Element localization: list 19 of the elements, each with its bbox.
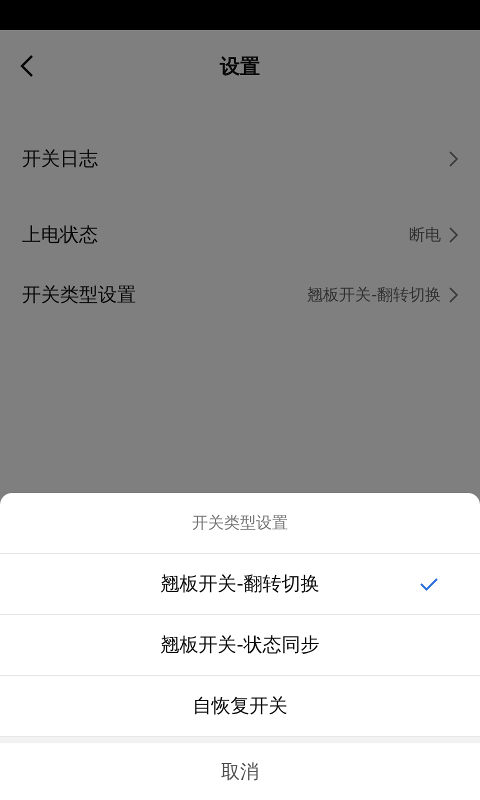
chevron-icon	[449, 151, 458, 167]
setting-label: 开关日志	[22, 147, 98, 172]
sheet-title: 开关类型设置	[0, 493, 480, 554]
option-item[interactable]: 翘板开关-状态同步	[0, 615, 480, 676]
settings-row[interactable]: 上电状态 断电	[0, 205, 480, 265]
option-label: 翘板开关-状态同步	[160, 633, 320, 658]
chevron-icon	[449, 227, 458, 243]
settings-row[interactable]: 开关类型设置 翘板开关-翻转切换	[0, 265, 480, 325]
settings-row[interactable]: 开关日志	[0, 129, 480, 189]
option-item[interactable]: 翘板开关-翻转切换	[0, 554, 480, 615]
setting-label: 开关类型设置	[22, 283, 136, 308]
setting-value: 断电	[409, 224, 441, 246]
option-label: 翘板开关-翻转切换	[160, 572, 320, 597]
back-icon[interactable]	[20, 54, 34, 78]
page-title: 设置	[220, 52, 260, 80]
option-label: 自恢复开关	[192, 694, 288, 719]
setting-value: 翘板开关-翻转切换	[307, 284, 441, 306]
setting-label: 上电状态	[22, 223, 98, 248]
chevron-icon	[449, 287, 458, 303]
